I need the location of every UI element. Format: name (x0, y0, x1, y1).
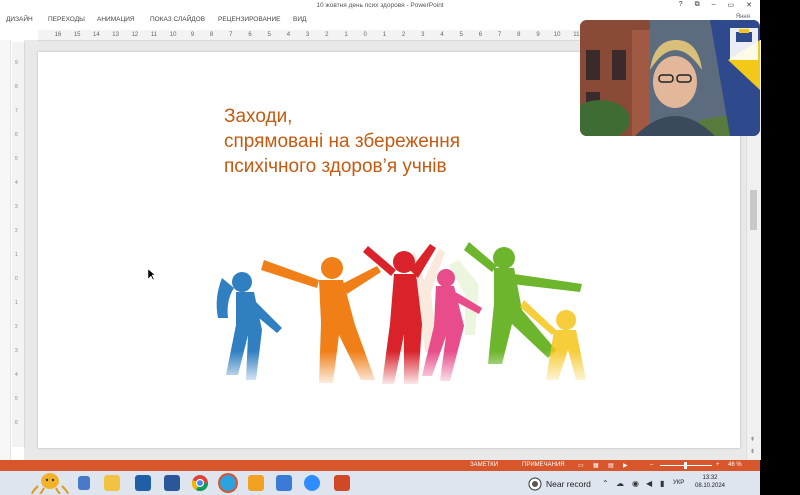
wifi-icon[interactable]: ◉ (632, 479, 639, 488)
floppy-save-icon[interactable] (276, 475, 292, 491)
telegram-icon[interactable] (220, 475, 236, 491)
language-indicator[interactable]: УКР (673, 480, 684, 486)
ruler-tick: 3 (305, 32, 310, 38)
yellow-app-icon[interactable] (248, 475, 264, 491)
ruler-tick: 7 (229, 32, 233, 38)
notes-button[interactable]: ЗАМЕТКИ (470, 462, 498, 468)
slide-title[interactable]: Заходи, спрямовані на збереження психічн… (224, 104, 554, 179)
ruler-tick: 2 (325, 32, 329, 38)
tab-view[interactable]: ВИД (293, 16, 306, 23)
ruler-tick: 5 (459, 32, 463, 38)
ruler-tick: 15 (73, 32, 81, 38)
ruler-tick: 1 (382, 32, 387, 38)
slide-title-line: психічного здоров’я учнів (224, 156, 447, 177)
slide-sorter-icon[interactable]: ▦ (593, 462, 599, 469)
folder-icon[interactable] (104, 475, 120, 491)
normal-view-icon[interactable]: ▭ (578, 462, 584, 469)
webcam-video (580, 20, 760, 136)
slide-title-line: Заходи, (224, 106, 293, 127)
clock-time: 13:32 (702, 475, 718, 481)
ruler-tick: 6 (248, 32, 252, 38)
zoom-out-icon[interactable]: – (650, 462, 653, 468)
clock-date: 08.10.2024 (694, 483, 726, 489)
near-record-label[interactable]: Near record (546, 479, 591, 489)
ruler-tick: 11 (150, 32, 158, 38)
slideshow-view-icon[interactable]: ▶ (623, 462, 628, 469)
tab-design[interactable]: ДИЗАЙН (6, 16, 33, 23)
windows-taskbar: Near record ⌃ ☁ ◉ ◀ ▮ УКР 13:32 08.10.20… (0, 471, 760, 495)
system-clock[interactable]: 13:32 08.10.2024 (690, 474, 730, 490)
help-icon[interactable]: ? (679, 1, 683, 9)
chevron-up-icon[interactable]: ⌃ (602, 479, 609, 488)
ruler-tick: 4 (440, 32, 444, 38)
ruler-tick: 7 (497, 32, 502, 38)
scroll-prev-icon[interactable]: ⇞ (750, 436, 755, 443)
ruler-tick: 5 (267, 32, 271, 38)
ruler-tick: 0 (363, 32, 367, 38)
tab-animation[interactable]: АНИМАЦИЯ (97, 16, 135, 23)
scrollbar-thumb[interactable] (750, 190, 757, 230)
ruler-tick: 6 (478, 32, 483, 38)
vertical-ruler: 98 76 54 32 10 12 34 56 (12, 42, 25, 447)
zoom-in-icon[interactable]: + (716, 462, 720, 468)
battery-icon[interactable]: ▮ (660, 479, 664, 488)
status-bar: ЗАМЕТКИ ПРИМЕЧАНИЯ ▭ ▦ ▤ ▶ – + 46 % (0, 460, 760, 471)
dancing-silhouettes-image[interactable] (214, 240, 596, 388)
speaker-icon[interactable]: ◀ (646, 479, 652, 488)
ruler-tick: 8 (209, 32, 214, 38)
scroll-next-icon[interactable]: ⇟ (750, 448, 755, 455)
record-icon[interactable] (528, 477, 542, 491)
zoom-slider-thumb[interactable] (684, 462, 687, 469)
ruler-tick: 2 (401, 32, 406, 38)
mail-icon[interactable] (135, 475, 151, 491)
ruler-tick: 10 (169, 32, 177, 38)
comments-button[interactable]: ПРИМЕЧАНИЯ (522, 462, 565, 468)
zoom-level[interactable]: 46 % (728, 462, 742, 468)
ruler-tick: 9 (190, 32, 195, 38)
mouse-cursor-icon (148, 269, 156, 281)
maximize-icon[interactable]: ▭ (728, 1, 735, 9)
tab-transitions[interactable]: ПЕРЕХОДЫ (48, 16, 85, 23)
ruler-tick: 13 (112, 32, 119, 38)
slide-thumbnail-pane[interactable] (0, 40, 11, 460)
reading-view-icon[interactable]: ▤ (608, 462, 614, 469)
title-bar: 10 жовтня день псих здоровя - PowerPoint… (0, 0, 760, 12)
zoom-icon[interactable] (304, 475, 320, 491)
webcam-feed-image (580, 20, 760, 136)
chrome-icon[interactable] (192, 475, 208, 491)
octopus-icon[interactable] (30, 472, 70, 494)
ruler-tick: 12 (131, 32, 139, 38)
ruler-tick: 1 (344, 32, 348, 38)
tab-review[interactable]: РЕЦЕНЗИРОВАНИЕ (218, 16, 281, 23)
restore-ribbon-icon[interactable]: ⧉ (695, 1, 700, 9)
screen-edge (760, 0, 800, 495)
ruler-tick: 11 (573, 32, 580, 38)
ruler-tick: 10 (553, 32, 561, 38)
tab-slideshow[interactable]: ПОКАЗ СЛАЙДОВ (150, 16, 205, 23)
window-title: 10 жовтня день псих здоровя - PowerPoint (316, 2, 444, 9)
ruler-tick: 3 (421, 32, 425, 38)
ruler-tick: 4 (286, 32, 291, 38)
window-controls: ? ⧉ – ▭ ✕ (679, 1, 752, 9)
close-icon[interactable]: ✕ (746, 1, 752, 9)
word-icon[interactable] (164, 475, 180, 491)
cloud-icon[interactable]: ☁ (616, 479, 624, 488)
slide-title-line: спрямовані на збереження (224, 131, 461, 152)
ruler-tick: 8 (517, 32, 521, 38)
ruler-tick: 14 (93, 32, 100, 38)
file-explorer-icon[interactable] (78, 476, 90, 490)
minimize-icon[interactable]: – (712, 1, 716, 9)
powerpoint-icon[interactable] (334, 475, 350, 491)
ruler-tick: 16 (54, 32, 62, 38)
ruler-tick: 9 (536, 32, 540, 38)
